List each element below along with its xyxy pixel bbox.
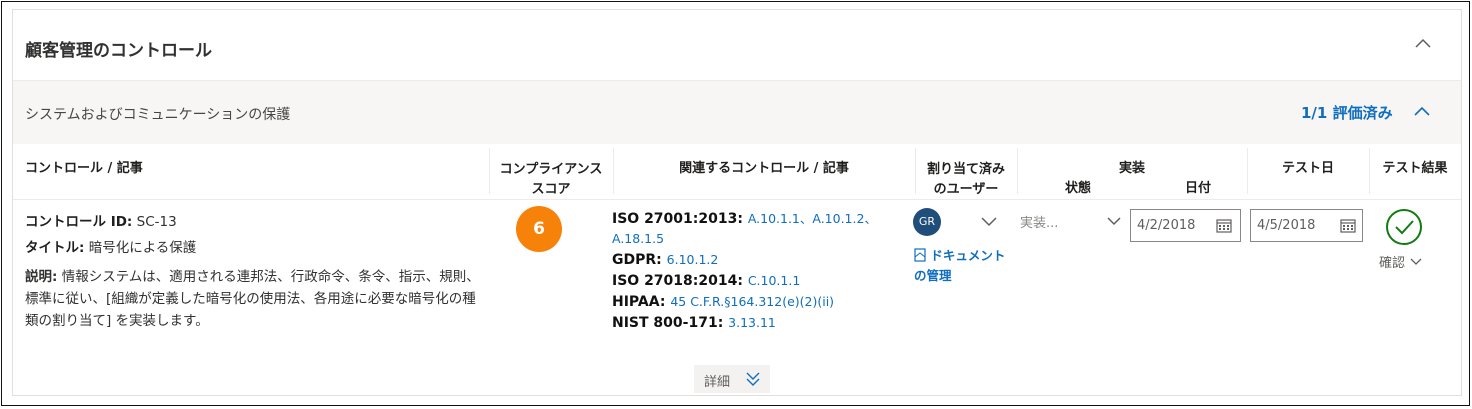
implementation-status-value: 実装... [1020, 216, 1059, 231]
table-header: コントロール / 記事 コンプライアンス スコア 関連するコントロール / 記事… [13, 144, 1461, 200]
chevron-up-icon [1415, 38, 1431, 48]
control-id-value: SC-13 [136, 214, 177, 230]
iso27001-label: ISO 27001:2013: [612, 211, 743, 227]
header-score-line2: スコア [531, 182, 571, 197]
header-related-controls: 関連するコントロール / 記事 [679, 161, 849, 176]
assessment-status[interactable]: 1/1 評価済み [1301, 102, 1393, 123]
check-circle-icon [1386, 209, 1422, 245]
double-chevron-down-icon [746, 372, 760, 386]
calendar-icon [1340, 219, 1356, 233]
document-icon [914, 248, 926, 262]
header-test-result: テスト結果 [1382, 161, 1448, 176]
test-result-dropdown[interactable]: 確認 [1379, 252, 1423, 271]
header-status: 状態 [1064, 181, 1091, 196]
window-frame: 顧客管理のコントロール システムおよびコミュニケーションの保護 1/1 評価済み… [1, 1, 1470, 406]
card-collapse-button[interactable] [1409, 32, 1437, 56]
assigned-user-avatar[interactable]: GR [913, 208, 941, 236]
nist-label: NIST 800-171: [612, 315, 724, 331]
implementation-status-dropdown[interactable]: 実装... [1017, 208, 1125, 236]
hipaa-links[interactable]: 45 C.F.R.§164.312(e)(2)(ii) [670, 294, 834, 309]
header-assigned-line1: 割り当て済み [926, 162, 1005, 177]
description-label: 説明: [25, 269, 58, 285]
related-hipaa: HIPAA: 45 C.F.R.§164.312(e)(2)(ii) [612, 294, 834, 310]
chevron-up-icon [1414, 106, 1430, 116]
iso27001-links-cont[interactable]: A.18.1.5 [612, 231, 664, 246]
control-title: タイトル: 暗号化による保護 [25, 236, 196, 256]
gdpr-links[interactable]: 6.10.1.2 [667, 252, 719, 267]
control-description: 説明: 情報システムは、適用される連邦法、行政命令、条令、指示、規則、標準に従い… [25, 266, 485, 332]
manage-documents-link[interactable]: ドキュメント の管理 [914, 246, 1014, 286]
iso27001-links[interactable]: A.10.1.1、A.10.1.2、 [748, 211, 877, 226]
calendar-icon [1216, 219, 1232, 233]
details-label: 詳細 [704, 375, 731, 390]
header-assigned-line2: のユーザー [933, 182, 999, 197]
details-button[interactable]: 詳細 [694, 365, 770, 393]
related-iso27018: ISO 27018:2014: C.10.1.1 [612, 273, 800, 289]
section-title: システムおよびコミュニケーションの保護 [25, 107, 291, 123]
card-title: 顧客管理のコントロール [25, 41, 212, 61]
description-text: 情報システムは、適用される連邦法、行政命令、条令、指示、規則、標準に従い、[組織… [25, 269, 480, 329]
chevron-down-icon [1410, 258, 1422, 265]
control-title-label: タイトル: [25, 240, 85, 256]
hipaa-label: HIPAA: [612, 294, 666, 310]
implementation-date-picker[interactable]: 4/2/2018 [1130, 209, 1241, 242]
test-date-value: 4/5/2018 [1257, 218, 1316, 233]
related-gdpr: GDPR: 6.10.1.2 [612, 252, 718, 268]
related-iso27001: ISO 27001:2013: A.10.1.1、A.10.1.2、 [612, 208, 877, 227]
test-date-picker[interactable]: 4/5/2018 [1250, 209, 1363, 242]
control-title-value: 暗号化による保護 [88, 240, 197, 256]
control-id-label: コントロール ID: [25, 214, 133, 230]
header-test-date: テスト日 [1281, 161, 1334, 176]
related-nist: NIST 800-171: 3.13.11 [612, 315, 776, 331]
gdpr-label: GDPR: [612, 252, 662, 268]
control-id: コントロール ID: SC-13 [25, 210, 177, 230]
header-implementation: 実装 [1118, 161, 1145, 176]
assigned-user-dropdown[interactable] [978, 210, 1000, 232]
chevron-down-icon [1107, 217, 1121, 226]
header-score-line1: コンプライアンス [499, 162, 603, 177]
header-compliance-score: コンプライアンス スコア [490, 160, 612, 200]
header-date: 日付 [1184, 181, 1211, 196]
card-header: 顧客管理のコントロール [13, 10, 1461, 80]
chevron-down-icon [981, 217, 997, 227]
header-control: コントロール / 記事 [25, 161, 143, 176]
related-iso27001-cont: A.18.1.5 [612, 231, 664, 247]
compliance-score-badge: 6 [516, 206, 562, 252]
section-bar: システムおよびコミュニケーションの保護 1/1 評価済み [13, 80, 1461, 144]
iso27018-label: ISO 27018:2014: [612, 273, 743, 289]
section-collapse-button[interactable] [1409, 101, 1435, 123]
implementation-date-value: 4/2/2018 [1137, 218, 1196, 233]
control-family-card: 顧客管理のコントロール システムおよびコミュニケーションの保護 1/1 評価済み… [12, 9, 1462, 396]
header-assigned-users: 割り当て済み のユーザー [916, 160, 1016, 200]
test-result-label: 確認 [1379, 256, 1406, 271]
iso27018-links[interactable]: C.10.1.1 [748, 273, 800, 288]
doc-link-line2: の管理 [914, 268, 952, 283]
nist-links[interactable]: 3.13.11 [728, 315, 776, 330]
doc-link-line1: ドキュメント [930, 248, 1006, 263]
